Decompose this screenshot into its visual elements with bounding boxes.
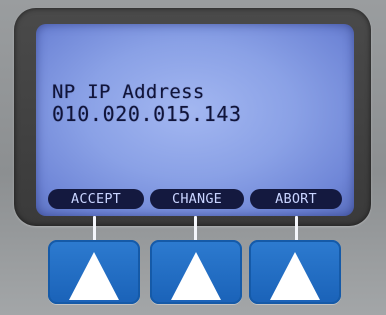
softkey-label-bar: ACCEPT CHANGE ABORT (48, 189, 342, 209)
ip-address-value: 010.020.015.143 (52, 102, 242, 126)
up-triangle-icon (270, 252, 320, 300)
change-button[interactable] (150, 240, 242, 304)
softkey-label-abort: ABORT (250, 189, 342, 209)
up-triangle-icon (69, 252, 119, 300)
abort-button[interactable] (249, 240, 341, 304)
up-triangle-icon (171, 252, 221, 300)
display-title: NP IP Address (52, 81, 205, 103)
softkey-label-accept: ACCEPT (48, 189, 144, 209)
accept-button[interactable] (48, 240, 140, 304)
softkey-label-change: CHANGE (150, 189, 244, 209)
lcd-display: NP IP Address 010.020.015.143 ACCEPT CHA… (36, 24, 354, 216)
device-panel: NP IP Address 010.020.015.143 ACCEPT CHA… (0, 0, 386, 315)
